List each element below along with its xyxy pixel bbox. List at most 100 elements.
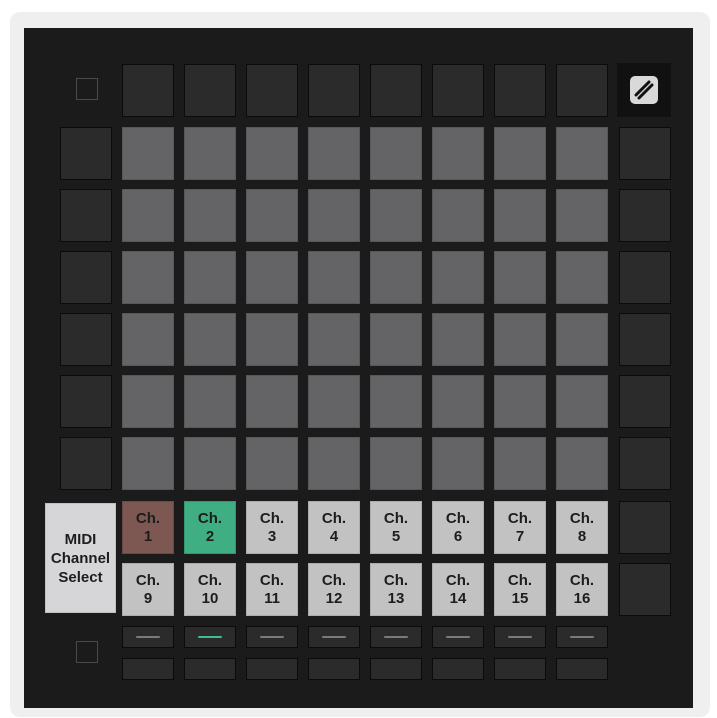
channel-pad-14[interactable]: Ch. 14 bbox=[432, 563, 484, 616]
grid-pad[interactable] bbox=[370, 313, 422, 366]
bottom-button-lower-6[interactable] bbox=[432, 658, 484, 680]
grid-pad[interactable] bbox=[184, 251, 236, 304]
channel-pad-13[interactable]: Ch. 13 bbox=[370, 563, 422, 616]
top-button-6[interactable] bbox=[432, 64, 484, 117]
bottom-button-lower-2[interactable] bbox=[184, 658, 236, 680]
grid-pad[interactable] bbox=[432, 189, 484, 242]
grid-pad[interactable] bbox=[494, 313, 546, 366]
channel-pad-7[interactable]: Ch. 7 bbox=[494, 501, 546, 554]
grid-pad[interactable] bbox=[494, 437, 546, 490]
grid-pad[interactable] bbox=[432, 251, 484, 304]
channel-pad-16[interactable]: Ch. 16 bbox=[556, 563, 608, 616]
top-button-5[interactable] bbox=[370, 64, 422, 117]
right-button-3[interactable] bbox=[619, 251, 671, 304]
grid-pad[interactable] bbox=[370, 375, 422, 428]
channel-pad-8[interactable]: Ch. 8 bbox=[556, 501, 608, 554]
grid-pad[interactable] bbox=[308, 189, 360, 242]
top-button-4[interactable] bbox=[308, 64, 360, 117]
top-button-1[interactable] bbox=[122, 64, 174, 117]
grid-pad[interactable] bbox=[184, 313, 236, 366]
grid-pad[interactable] bbox=[122, 251, 174, 304]
top-button-8[interactable] bbox=[556, 64, 608, 117]
grid-pad[interactable] bbox=[246, 313, 298, 366]
left-button-1[interactable] bbox=[60, 127, 112, 180]
grid-pad[interactable] bbox=[122, 437, 174, 490]
grid-pad[interactable] bbox=[308, 313, 360, 366]
bottom-button-upper-2[interactable] bbox=[184, 626, 236, 648]
grid-pad[interactable] bbox=[494, 189, 546, 242]
grid-pad[interactable] bbox=[246, 375, 298, 428]
grid-pad[interactable] bbox=[556, 189, 608, 242]
grid-pad[interactable] bbox=[556, 437, 608, 490]
grid-pad[interactable] bbox=[556, 127, 608, 180]
channel-pad-1[interactable]: Ch. 1 bbox=[122, 501, 174, 554]
right-button-1[interactable] bbox=[619, 127, 671, 180]
grid-pad[interactable] bbox=[308, 375, 360, 428]
left-button-3[interactable] bbox=[60, 251, 112, 304]
grid-pad[interactable] bbox=[122, 127, 174, 180]
grid-pad[interactable] bbox=[308, 437, 360, 490]
channel-pad-11[interactable]: Ch. 11 bbox=[246, 563, 298, 616]
channel-pad-9[interactable]: Ch. 9 bbox=[122, 563, 174, 616]
grid-pad[interactable] bbox=[556, 313, 608, 366]
grid-pad[interactable] bbox=[432, 437, 484, 490]
grid-pad[interactable] bbox=[122, 313, 174, 366]
grid-pad[interactable] bbox=[494, 375, 546, 428]
channel-pad-12[interactable]: Ch. 12 bbox=[308, 563, 360, 616]
grid-pad[interactable] bbox=[432, 313, 484, 366]
grid-pad[interactable] bbox=[308, 127, 360, 180]
grid-pad[interactable] bbox=[370, 251, 422, 304]
grid-pad[interactable] bbox=[184, 375, 236, 428]
grid-pad[interactable] bbox=[184, 127, 236, 180]
grid-pad[interactable] bbox=[370, 437, 422, 490]
channel-pad-15[interactable]: Ch. 15 bbox=[494, 563, 546, 616]
grid-pad[interactable] bbox=[370, 127, 422, 180]
grid-pad[interactable] bbox=[556, 251, 608, 304]
right-button-6[interactable] bbox=[619, 437, 671, 490]
grid-pad[interactable] bbox=[494, 127, 546, 180]
bottom-button-lower-1[interactable] bbox=[122, 658, 174, 680]
bottom-button-upper-1[interactable] bbox=[122, 626, 174, 648]
channel-pad-5[interactable]: Ch. 5 bbox=[370, 501, 422, 554]
bottom-button-upper-3[interactable] bbox=[246, 626, 298, 648]
left-button-2[interactable] bbox=[60, 189, 112, 242]
bottom-button-lower-4[interactable] bbox=[308, 658, 360, 680]
grid-pad[interactable] bbox=[246, 127, 298, 180]
channel-pad-6[interactable]: Ch. 6 bbox=[432, 501, 484, 554]
grid-pad[interactable] bbox=[556, 375, 608, 428]
right-button-7[interactable] bbox=[619, 501, 671, 554]
top-button-2[interactable] bbox=[184, 64, 236, 117]
grid-pad[interactable] bbox=[246, 189, 298, 242]
top-button-7[interactable] bbox=[494, 64, 546, 117]
grid-pad[interactable] bbox=[494, 251, 546, 304]
channel-pad-2[interactable]: Ch. 2 bbox=[184, 501, 236, 554]
grid-pad[interactable] bbox=[370, 189, 422, 242]
bottom-button-upper-4[interactable] bbox=[308, 626, 360, 648]
grid-pad[interactable] bbox=[246, 251, 298, 304]
midi-channel-select-label[interactable]: MIDI Channel Select bbox=[45, 503, 116, 613]
grid-pad[interactable] bbox=[432, 375, 484, 428]
left-button-4[interactable] bbox=[60, 313, 112, 366]
top-button-3[interactable] bbox=[246, 64, 298, 117]
grid-pad[interactable] bbox=[184, 437, 236, 490]
bottom-button-lower-5[interactable] bbox=[370, 658, 422, 680]
bottom-button-lower-8[interactable] bbox=[556, 658, 608, 680]
right-button-2[interactable] bbox=[619, 189, 671, 242]
bottom-button-lower-7[interactable] bbox=[494, 658, 546, 680]
right-button-4[interactable] bbox=[619, 313, 671, 366]
right-button-8[interactable] bbox=[619, 563, 671, 616]
grid-pad[interactable] bbox=[122, 375, 174, 428]
bottom-button-lower-3[interactable] bbox=[246, 658, 298, 680]
left-button-6[interactable] bbox=[60, 437, 112, 490]
bottom-button-upper-7[interactable] bbox=[494, 626, 546, 648]
right-button-5[interactable] bbox=[619, 375, 671, 428]
grid-pad[interactable] bbox=[246, 437, 298, 490]
grid-pad[interactable] bbox=[184, 189, 236, 242]
grid-pad[interactable] bbox=[122, 189, 174, 242]
left-button-5[interactable] bbox=[60, 375, 112, 428]
logo-button[interactable] bbox=[617, 63, 671, 117]
bottom-button-upper-6[interactable] bbox=[432, 626, 484, 648]
grid-pad[interactable] bbox=[432, 127, 484, 180]
bottom-button-upper-5[interactable] bbox=[370, 626, 422, 648]
channel-pad-4[interactable]: Ch. 4 bbox=[308, 501, 360, 554]
